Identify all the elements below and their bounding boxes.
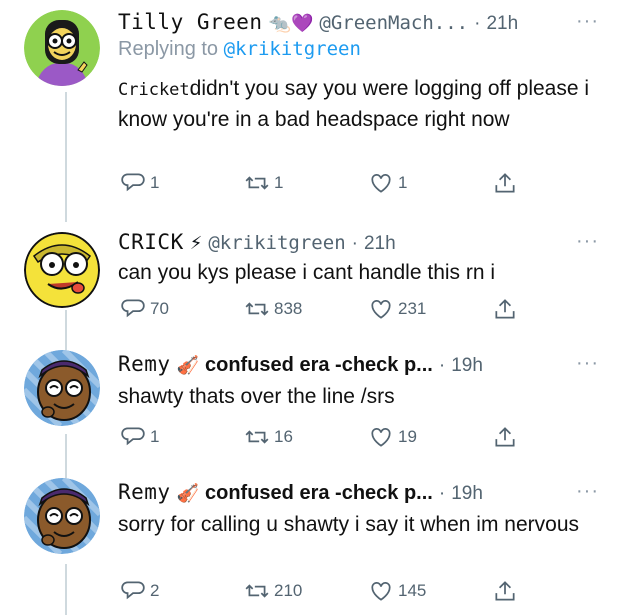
tilly-green-avatar-icon <box>24 10 100 86</box>
user-handle[interactable]: @GreenMach... <box>319 12 468 34</box>
reply-button[interactable]: 2 <box>120 578 159 604</box>
timestamp[interactable]: 19h <box>451 483 483 505</box>
share-icon <box>495 299 515 319</box>
more-options-icon[interactable]: ··· <box>576 480 599 503</box>
reply-button[interactable]: 1 <box>120 424 159 450</box>
retweet-button[interactable]: 838 <box>244 296 302 322</box>
reply-icon <box>121 427 145 446</box>
retweet-button[interactable]: 16 <box>244 424 293 450</box>
remy-avatar-icon <box>24 478 100 554</box>
tweet-actions: 70 838 231 <box>120 296 520 322</box>
tweet-lead-word: Cricket <box>118 80 190 100</box>
like-button[interactable]: 1 <box>368 170 407 196</box>
avatar[interactable] <box>24 10 100 86</box>
reply-count: 70 <box>150 299 169 318</box>
more-options-icon[interactable]: ··· <box>576 230 599 253</box>
name-emojis: 🎻 <box>176 355 199 375</box>
share-button[interactable] <box>492 578 518 604</box>
reply-icon <box>121 581 145 600</box>
heart-icon <box>371 582 391 601</box>
tweet-body: can you kys please i cant handle this rn… <box>118 261 496 284</box>
cricket-avatar-icon <box>24 232 100 308</box>
retweet-icon <box>245 302 269 316</box>
avatar[interactable] <box>24 478 100 554</box>
reply-icon <box>121 173 145 192</box>
retweet-count: 16 <box>274 427 293 446</box>
time-separator: · <box>351 233 358 254</box>
tweet-text: can you kys please i cant handle this rn… <box>118 258 608 288</box>
tweet-text: sorry for calling u shawty i say it when… <box>118 510 608 540</box>
share-icon <box>495 173 515 193</box>
timestamp[interactable]: 21h <box>364 233 396 255</box>
display-name[interactable]: CRICK <box>118 230 184 254</box>
tweet-text: shawty thats over the line /srs <box>118 382 608 412</box>
retweet-button[interactable]: 210 <box>244 578 302 604</box>
tweet-body: shawty thats over the line /srs <box>118 385 395 408</box>
reply-icon <box>121 299 145 318</box>
tweet-actions: 1 1 1 <box>120 170 520 196</box>
remy-avatar-icon <box>24 350 100 426</box>
avatar[interactable] <box>24 232 100 308</box>
replying-to: Replying to @krikitgreen <box>118 38 361 61</box>
name-emojis: ⚡ <box>189 233 203 253</box>
tweet[interactable]: Remy 🎻 confused era -check p... · 19h ··… <box>0 470 623 615</box>
retweet-icon <box>245 176 269 190</box>
tweet[interactable]: CRICK ⚡ @krikitgreen · 21h ··· can you k… <box>0 222 623 340</box>
more-options-icon[interactable]: ··· <box>576 352 599 375</box>
user-handle[interactable]: confused era -check p... <box>205 354 433 377</box>
like-count: 19 <box>398 427 417 446</box>
more-options-icon[interactable]: ··· <box>576 10 599 33</box>
retweet-icon <box>245 430 269 444</box>
share-button[interactable] <box>492 296 518 322</box>
time-separator: · <box>474 13 481 34</box>
timestamp[interactable]: 21h <box>486 13 518 35</box>
like-count: 145 <box>398 581 427 600</box>
retweet-count: 1 <box>274 173 284 192</box>
reply-button[interactable]: 1 <box>120 170 159 196</box>
time-separator: · <box>438 355 446 376</box>
timestamp[interactable]: 19h <box>451 355 483 377</box>
like-count: 1 <box>398 173 408 192</box>
avatar[interactable] <box>24 350 100 426</box>
reply-count: 2 <box>150 581 160 600</box>
tweet-text: Cricketdidn't you say you were logging o… <box>118 74 608 135</box>
retweet-button[interactable]: 1 <box>244 170 283 196</box>
like-button[interactable]: 19 <box>368 424 417 450</box>
like-button[interactable]: 231 <box>368 296 426 322</box>
like-button[interactable]: 145 <box>368 578 426 604</box>
heart-icon <box>371 428 391 447</box>
share-button[interactable] <box>492 170 518 196</box>
display-name[interactable]: Remy <box>118 480 171 504</box>
like-count: 231 <box>398 299 427 318</box>
reply-count: 1 <box>150 173 160 192</box>
user-handle[interactable]: confused era -check p... <box>205 482 433 505</box>
retweet-icon <box>245 584 269 598</box>
share-icon <box>495 581 515 601</box>
user-handle[interactable]: @krikitgreen <box>208 232 345 254</box>
name-emojis: 🎻 <box>176 483 199 503</box>
display-name[interactable]: Tilly Green <box>118 10 263 34</box>
tweet-body: sorry for calling u shawty i say it when… <box>118 513 580 536</box>
time-separator: · <box>438 483 446 504</box>
retweet-count: 838 <box>274 299 303 318</box>
replying-handle-link[interactable]: @krikitgreen <box>224 38 361 60</box>
tweet-actions: 2 210 145 <box>120 578 520 604</box>
share-icon <box>495 427 515 447</box>
name-emojis: 🐀💜 <box>268 13 314 33</box>
tweet[interactable]: Remy 🎻 confused era -check p... · 19h ··… <box>0 342 623 470</box>
display-name[interactable]: Remy <box>118 352 171 376</box>
tweet-actions: 1 16 19 <box>120 424 520 450</box>
reply-button[interactable]: 70 <box>120 296 169 322</box>
retweet-count: 210 <box>274 581 303 600</box>
reply-count: 1 <box>150 427 160 446</box>
share-button[interactable] <box>492 424 518 450</box>
replying-prefix: Replying to <box>118 38 219 60</box>
tweet[interactable]: Tilly Green 🐀💜 @GreenMach... · 21h ··· R… <box>0 0 623 222</box>
heart-icon <box>371 174 391 193</box>
heart-icon <box>371 300 391 319</box>
